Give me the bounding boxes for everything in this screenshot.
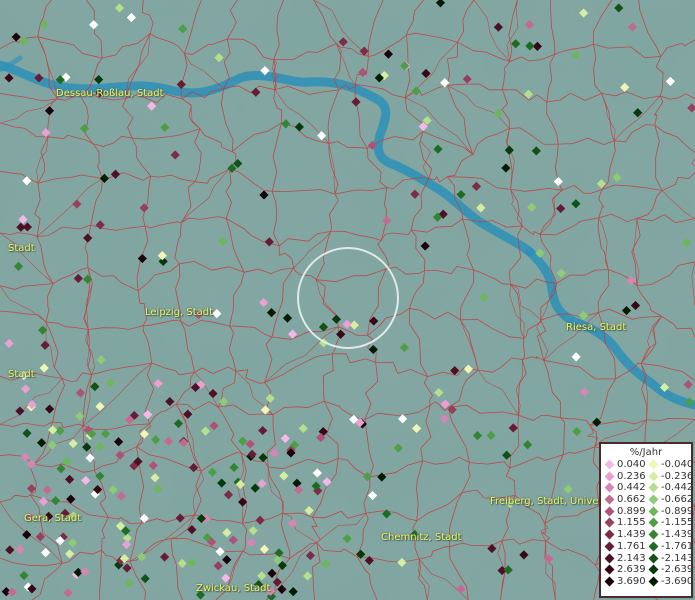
- legend-value-negative: -0.236: [661, 470, 694, 482]
- legend-value-negative: -0.899: [661, 505, 694, 517]
- legend-swatch-positive: [604, 529, 615, 540]
- legend-title: %/Jahr: [629, 447, 663, 458]
- legend-swatch-negative: [648, 553, 659, 563]
- legend-value-negative: -3.690: [661, 575, 694, 587]
- place-label-gera: Gera, Stadt: [24, 513, 82, 524]
- legend-value-negative: -2.639: [661, 564, 694, 576]
- legend-swatch-positive: [604, 494, 615, 505]
- legend-value-positive: 0.442: [617, 482, 646, 494]
- legend-value-negative: -0.662: [661, 494, 694, 506]
- legend-swatch-positive: [604, 517, 615, 528]
- legend-row: 3.690 -3.690: [601, 575, 694, 588]
- legend-value-positive: 2.143: [617, 552, 646, 564]
- legend-swatch-negative: [648, 471, 659, 482]
- legend-row: 0.236 -0.236: [601, 470, 694, 483]
- legend-rows: 0.040 -0.040 0.236 -0.236 0.442 -0.442 0.662 -0…: [601, 459, 694, 588]
- legend-swatch-negative: [648, 564, 659, 575]
- legend-swatch-negative: [648, 459, 659, 470]
- legend-value-negative: -1.439: [661, 529, 694, 541]
- place-label-zwickau: Zwickau, Stadt: [196, 583, 271, 594]
- legend-swatch-positive: [604, 482, 615, 493]
- place-label-stadt-west-upper: Stadt: [8, 243, 35, 254]
- legend-swatch-positive: [604, 553, 615, 563]
- legend-row: 0.662 -0.662: [601, 494, 694, 506]
- legend-value-positive: 0.899: [617, 505, 646, 517]
- legend-value-positive: 1.439: [617, 529, 646, 541]
- legend-swatch-negative: [648, 529, 659, 540]
- legend: %/Jahr 0.040 -0.040 0.236 -0.236 0.442 -0.442…: [599, 442, 693, 598]
- legend-value-negative: -1.155: [661, 517, 694, 529]
- legend-value-positive: 0.040: [617, 459, 646, 470]
- legend-swatch-negative: [648, 482, 659, 493]
- legend-row: 0.442 -0.442: [601, 482, 694, 494]
- legend-value-positive: 0.236: [617, 470, 646, 482]
- map-canvas[interactable]: Dessau-Roßlau, Stadt Stadt Leipzig, Stad…: [0, 0, 695, 600]
- legend-value-positive: 0.662: [617, 494, 646, 506]
- place-label-chemnitz: Chemnitz, Stadt: [381, 532, 462, 543]
- legend-swatch-positive: [604, 541, 615, 552]
- place-label-leipzig: Leipzig, Stadt: [145, 307, 214, 318]
- legend-value-positive: 2.639: [617, 564, 646, 576]
- legend-swatch-positive: [604, 576, 615, 587]
- legend-swatch-negative: [648, 494, 659, 505]
- legend-swatch-positive: [604, 471, 615, 482]
- legend-swatch-positive: [604, 459, 615, 470]
- legend-value-positive: 3.690: [617, 575, 646, 587]
- legend-value-negative: -2.143: [661, 552, 694, 564]
- legend-value-negative: -0.040: [661, 459, 694, 470]
- legend-value-positive: 1.761: [617, 540, 646, 552]
- place-label-riesa: Riesa, Stadt: [566, 322, 627, 333]
- legend-row: 2.639 -2.639: [601, 564, 694, 576]
- legend-row: 1.761 -1.761: [601, 540, 694, 553]
- place-label-freiberg: Freiberg, Stadt, Univer: [490, 496, 603, 507]
- legend-row: 0.040 -0.040: [601, 459, 694, 471]
- legend-swatch-negative: [648, 576, 659, 587]
- place-label-dessau: Dessau-Roßlau, Stadt: [56, 88, 164, 99]
- legend-swatch-negative: [648, 506, 659, 517]
- legend-value-positive: 1.155: [617, 517, 646, 529]
- legend-row: 0.899 -0.899: [601, 505, 694, 518]
- legend-value-negative: -1.761: [661, 540, 694, 552]
- legend-value-negative: -0.442: [661, 482, 694, 494]
- legend-row: 1.439 -1.439: [601, 529, 694, 541]
- legend-row: 2.143 -2.143: [601, 552, 694, 565]
- legend-swatch-negative: [648, 541, 659, 552]
- legend-row: 1.155 -1.155: [601, 517, 694, 529]
- legend-swatch-positive: [604, 506, 615, 517]
- place-label-stadt-west-lower: Stadt: [8, 369, 35, 380]
- legend-swatch-negative: [648, 517, 659, 528]
- legend-swatch-positive: [604, 564, 615, 575]
